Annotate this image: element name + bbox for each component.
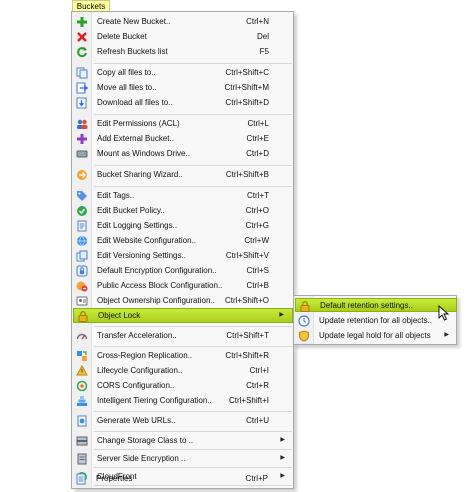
versioning-icon xyxy=(76,250,88,262)
storage-class-icon xyxy=(76,435,88,447)
server-encryption-icon xyxy=(76,453,88,465)
refresh-icon xyxy=(76,46,88,58)
submenu-arrow-icon: ▶ xyxy=(280,455,285,461)
menu-item-object-ownership-configuration[interactable]: Object Ownership Configuration.. Ctrl+Sh… xyxy=(73,294,293,308)
submenu-arrow-icon: ▶ xyxy=(444,332,449,338)
mouse-cursor-icon xyxy=(438,305,450,321)
menu-item-move-all-files[interactable]: Move all files to.. Ctrl+Shift+M xyxy=(73,81,293,95)
menu-item-cors-configuration[interactable]: CORS Configuration.. Ctrl+R xyxy=(73,379,293,393)
menu-separator xyxy=(94,63,292,64)
replication-icon xyxy=(76,350,88,362)
copy-files-icon xyxy=(76,67,88,79)
menu-separator xyxy=(94,186,292,187)
menu-item-object-lock[interactable]: Object Lock ▶ xyxy=(73,308,293,323)
web-url-icon xyxy=(76,415,88,427)
menu-item-create-new-bucket[interactable]: Create New Bucket.. Ctrl+N xyxy=(73,15,293,29)
acceleration-icon xyxy=(76,330,88,342)
menu-separator xyxy=(94,326,292,327)
object-lock-submenu: Default retention settings.. Update rete… xyxy=(293,295,457,345)
menu-separator xyxy=(94,431,292,432)
menu-item-delete-bucket[interactable]: Delete Bucket Del xyxy=(73,30,293,44)
submenu-arrow-icon: ▶ xyxy=(280,437,285,443)
cors-icon xyxy=(76,380,88,392)
menu-item-refresh-buckets[interactable]: Refresh Buckets list F5 xyxy=(73,45,293,59)
buckets-menu: Create New Bucket.. Ctrl+N Delete Bucket… xyxy=(71,11,294,489)
menu-item-change-storage-class[interactable]: Change Storage Class to .. ▶ xyxy=(73,434,293,448)
logging-icon xyxy=(76,220,88,232)
menu-item-add-external-bucket[interactable]: Add External Bucket.. Ctrl+E xyxy=(73,132,293,146)
submenu-arrow-icon: ▶ xyxy=(279,312,284,318)
drive-icon xyxy=(76,148,88,160)
menu-item-lifecycle-configuration[interactable]: Lifecycle Configuration.. Ctrl+I xyxy=(73,364,293,378)
menu-item-edit-tags[interactable]: Edit Tags.. Ctrl+T xyxy=(73,189,293,203)
menu-item-edit-permissions[interactable]: Edit Permissions (ACL) Ctrl+L xyxy=(73,117,293,131)
users-icon xyxy=(76,118,88,130)
add-external-icon xyxy=(76,133,88,145)
menu-item-edit-bucket-policy[interactable]: Edit Bucket Policy.. Ctrl+O xyxy=(73,204,293,218)
menu-separator xyxy=(94,346,292,347)
tag-icon xyxy=(76,190,88,202)
globe-icon xyxy=(76,235,88,247)
policy-icon xyxy=(76,205,88,217)
encryption-icon xyxy=(76,265,88,277)
menu-item-download-all-files[interactable]: Download all files to.. Ctrl+Shift+D xyxy=(73,96,293,110)
menu-item-mount-windows-drive[interactable]: Mount as Windows Drive.. Ctrl+D xyxy=(73,147,293,161)
download-icon xyxy=(76,97,88,109)
lock-icon xyxy=(77,310,89,322)
menu-item-default-encryption-configuration[interactable]: Default Encryption Configuration.. Ctrl+… xyxy=(73,264,293,278)
properties-icon xyxy=(75,473,87,485)
menu-item-public-access-block-configuration[interactable]: Public Access Block Configuration.. Ctrl… xyxy=(73,279,293,293)
tiering-icon xyxy=(76,395,88,407)
menu-separator xyxy=(94,449,292,450)
clock-icon xyxy=(298,315,310,327)
delete-x-icon xyxy=(76,31,88,43)
lifecycle-icon xyxy=(76,365,88,377)
retention-lock-icon xyxy=(299,300,311,312)
menu-item-edit-website-configuration[interactable]: Edit Website Configuration.. Ctrl+W xyxy=(73,234,293,248)
menu-separator xyxy=(94,467,292,468)
menu-item-transfer-acceleration[interactable]: Transfer Acceleration.. Ctrl+Shift+T xyxy=(73,329,293,343)
submenu-item-update-legal-hold[interactable]: Update legal hold for all objects ▶ xyxy=(295,329,457,343)
menu-item-cross-region-replication[interactable]: Cross-Region Replication.. Ctrl+Shift+R xyxy=(73,349,293,363)
menu-item-server-side-encryption[interactable]: Server Side Encryption .. ▶ xyxy=(73,452,293,466)
submenu-item-update-retention[interactable]: Update retention for all objects.. xyxy=(295,314,457,328)
menu-item-generate-web-urls[interactable]: Generate Web URLs.. Ctrl+U xyxy=(73,414,293,428)
menu-separator xyxy=(94,411,292,412)
plus-icon xyxy=(76,16,88,28)
menu-item-edit-versioning-settings[interactable]: Edit Versioning Settings.. Ctrl+Shift+V xyxy=(73,249,293,263)
menu-item-copy-all-files[interactable]: Copy all files to.. Ctrl+Shift+C xyxy=(73,66,293,80)
menu-separator xyxy=(94,165,292,166)
menu-item-edit-logging-settings[interactable]: Edit Logging Settings.. Ctrl+G xyxy=(73,219,293,233)
sharing-icon xyxy=(76,169,88,181)
submenu-item-default-retention-settings[interactable]: Default retention settings.. xyxy=(295,298,457,312)
ownership-icon xyxy=(76,295,88,307)
menu-item-properties[interactable]: Properties Ctrl+P xyxy=(72,472,292,486)
public-block-icon xyxy=(76,280,88,292)
menu-separator xyxy=(94,114,292,115)
shield-icon xyxy=(298,330,310,342)
move-files-icon xyxy=(76,82,88,94)
menu-item-bucket-sharing-wizard[interactable]: Bucket Sharing Wizard.. Ctrl+Shift+B xyxy=(73,168,293,182)
menu-item-intelligent-tiering-configuration[interactable]: Intelligent Tiering Configuration.. Ctrl… xyxy=(73,394,293,408)
